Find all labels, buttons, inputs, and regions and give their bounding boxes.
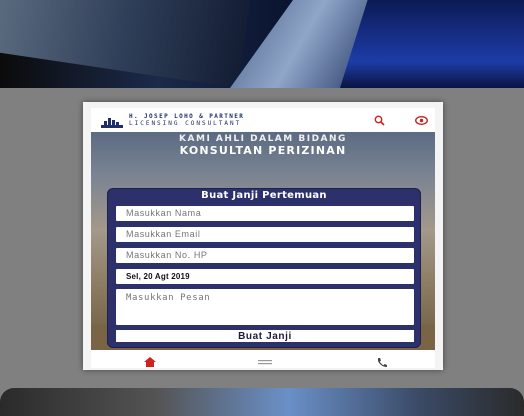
banner-shape <box>340 0 524 88</box>
submit-appointment-button[interactable]: Buat Janji <box>116 330 414 342</box>
brand-tagline: LICENSING CONSULTANT <box>129 120 242 127</box>
email-field[interactable] <box>116 227 414 242</box>
brand-name: H. JOSEP LOHO & PARTNER <box>129 113 245 120</box>
brand: H. JOSEP LOHO & PARTNER LICENSING CONSUL… <box>129 113 244 127</box>
form-title: Buat Janji Pertemuan <box>201 190 327 201</box>
home-icon[interactable] <box>143 353 157 367</box>
hero-section: KAMI AHLI DALAM BIDANG KONSULTAN PERIZIN… <box>91 132 435 350</box>
top-banner <box>0 0 524 88</box>
banner-shape <box>0 0 250 88</box>
name-field[interactable] <box>116 206 414 221</box>
hero-title: KONSULTAN PERIZINAN <box>179 144 347 157</box>
app-header: H. JOSEP LOHO & PARTNER LICENSING CONSUL… <box>91 108 435 132</box>
logo-icon <box>101 118 123 128</box>
phone-screenshot: H. JOSEP LOHO & PARTNER LICENSING CONSUL… <box>83 102 443 370</box>
search-icon[interactable] <box>373 115 385 127</box>
menu-icon[interactable] <box>258 353 272 365</box>
date-field[interactable] <box>116 269 414 284</box>
message-field[interactable] <box>116 289 414 325</box>
hero-subtitle: KAMI AHLI DALAM BIDANG <box>179 134 347 144</box>
eye-icon[interactable] <box>414 115 429 127</box>
phone-icon[interactable] <box>375 353 389 367</box>
appointment-form: Buat Janji Pertemuan Buat Janji <box>107 188 421 348</box>
bottom-nav <box>91 350 435 368</box>
bottom-banner <box>0 388 524 416</box>
phone-field[interactable] <box>116 248 414 263</box>
